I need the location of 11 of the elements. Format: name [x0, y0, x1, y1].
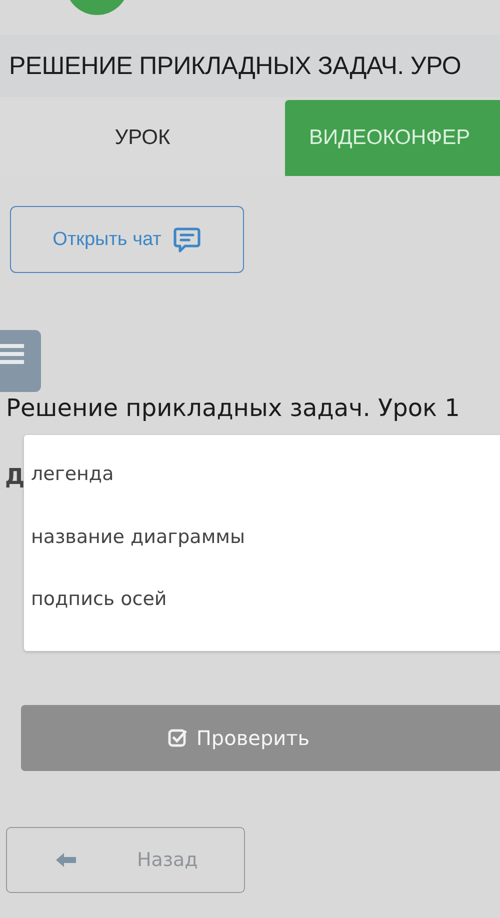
checkbox-icon [168, 728, 188, 748]
menu-button[interactable] [0, 330, 41, 392]
left-arrow-icon [55, 852, 77, 868]
chat-icon [173, 226, 202, 254]
dropdown-option[interactable]: название диаграммы [24, 526, 500, 588]
menu-icon [0, 343, 24, 365]
dropdown-option[interactable]: легенда [24, 463, 500, 526]
question-text: Д [5, 465, 25, 490]
lesson-title: Решение прикладных задач. Урок 1 [5, 393, 461, 424]
dropdown-option[interactable]: подпись осей [24, 588, 500, 652]
page-title: РЕШЕНИЕ ПРИКЛАДНЫХ ЗАДАЧ. УРО [9, 52, 461, 80]
